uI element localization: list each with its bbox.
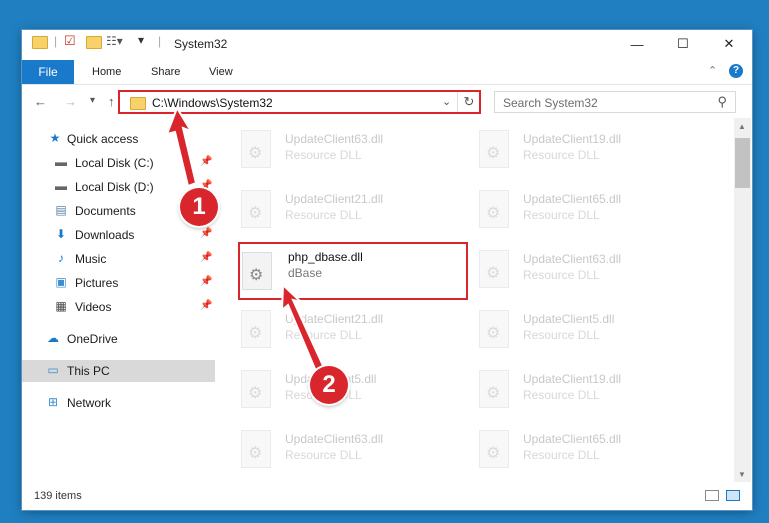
step-1-callout: 1 — [180, 188, 218, 226]
annotation-arrows — [165, 105, 327, 378]
step-2-callout: 2 — [310, 366, 348, 404]
arrow-1 — [165, 105, 198, 188]
arrow-2 — [280, 282, 327, 378]
